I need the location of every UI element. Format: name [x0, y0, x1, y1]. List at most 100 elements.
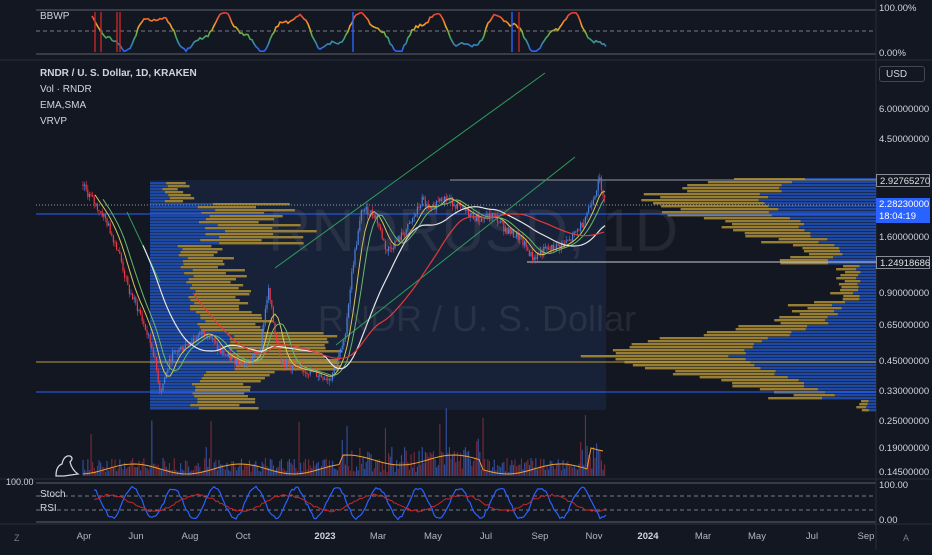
candle-body — [356, 244, 358, 250]
candle-body — [349, 289, 351, 304]
candle-body — [242, 361, 244, 366]
volume-bar — [207, 466, 209, 476]
corner-left-icon[interactable]: Z — [14, 533, 20, 543]
candle-body — [359, 220, 361, 231]
vp-left-down-bar — [235, 365, 342, 368]
volume-bar — [162, 458, 164, 476]
vp-right-down-bar — [861, 400, 869, 403]
candle-body — [322, 377, 324, 380]
vp-right-up-bar — [781, 190, 876, 193]
vp-left-up-bar — [150, 263, 184, 266]
candle-body — [306, 372, 308, 375]
vp-left-up-bar — [150, 242, 220, 245]
candle-body — [240, 361, 242, 367]
candle-body — [255, 353, 257, 355]
bbwp-line — [91, 11, 607, 53]
volume-bar — [596, 443, 598, 476]
candle-body — [304, 372, 306, 374]
volume-bar — [581, 449, 583, 476]
vp-left-up-bar — [150, 314, 201, 317]
candle-body — [236, 359, 238, 365]
vp-left-down-bar — [189, 287, 239, 290]
volume-bar — [488, 460, 490, 476]
osc-scale-bottom: 0.00 — [879, 515, 898, 526]
vp-right-down-bar — [631, 343, 754, 346]
vp-right-down-bar — [703, 217, 790, 220]
vp-left-down-bar — [191, 383, 244, 386]
volume-bar — [604, 464, 606, 476]
candle-body — [213, 338, 215, 341]
volume-bar — [498, 465, 500, 476]
vp-right-up-bar — [768, 196, 876, 199]
candle-body — [375, 215, 377, 218]
price-axis-label: 0.25000000 — [879, 416, 930, 427]
volume-bar — [368, 452, 370, 476]
bbwp-scale-top: 100.00% — [879, 3, 917, 14]
volume-bar — [332, 460, 334, 476]
vp-left-up-bar — [150, 185, 168, 188]
volume-bar — [578, 463, 580, 476]
candle-body — [533, 257, 535, 261]
candle-body — [466, 209, 468, 212]
volume-bar — [269, 458, 271, 476]
volume-bar — [464, 447, 466, 476]
vp-left-up-bar — [150, 320, 206, 323]
candle-body — [290, 365, 292, 371]
legend-ema-sma[interactable]: EMA,SMA — [40, 98, 197, 114]
volume-bar — [410, 454, 412, 476]
vp-right-down-bar — [682, 187, 780, 190]
candle-body — [504, 228, 506, 232]
candle-body — [287, 360, 289, 364]
vp-right-up-bar — [818, 241, 876, 244]
candle-body — [415, 213, 417, 217]
vp-left-down-bar — [217, 224, 301, 227]
price-axis-label: 4.50000000 — [879, 134, 930, 145]
candle-body — [253, 353, 255, 358]
volume-bar — [229, 471, 231, 476]
volume-bar — [573, 465, 575, 476]
candle-body — [293, 365, 295, 367]
vp-left-down-bar — [200, 239, 262, 242]
chart-root[interactable]: RNDRUSD, 1D RNDR / U. S. Dollar BBWP 100… — [0, 0, 932, 550]
rsi-label: RSI — [40, 503, 57, 514]
candle-body — [180, 346, 182, 349]
candle-body — [151, 343, 153, 349]
vp-right-down-bar — [641, 199, 759, 202]
candle-body — [184, 344, 186, 349]
legend-title[interactable]: RNDR / U. S. Dollar, 1D, KRAKEN — [40, 66, 197, 82]
candle-body — [474, 219, 476, 221]
volume-bar — [530, 458, 532, 476]
vp-left-down-bar — [195, 311, 252, 314]
legend-vrvp[interactable]: VRVP — [40, 114, 197, 130]
volume-bar — [101, 466, 103, 476]
volume-bar — [452, 454, 454, 476]
vp-right-down-bar — [659, 337, 768, 340]
currency-button[interactable]: USD — [879, 66, 925, 82]
volume-bar — [263, 464, 265, 476]
vp-right-down-bar — [732, 382, 805, 385]
volume-bar — [584, 415, 586, 476]
vp-right-down-bar — [675, 370, 776, 373]
vp-left-down-bar — [228, 332, 324, 335]
candle-body — [170, 359, 172, 363]
volume-bar — [242, 469, 244, 476]
vp-right-up-bar — [841, 307, 876, 310]
candle-body — [365, 206, 367, 210]
legend-volume[interactable]: Vol · RNDR — [40, 82, 197, 98]
volume-bar — [104, 471, 106, 476]
vp-right-down-bar — [615, 358, 746, 361]
candle-body — [482, 218, 484, 220]
vp-right-down-bar — [790, 256, 834, 259]
volume-bar — [216, 470, 218, 476]
candle-body — [528, 250, 530, 257]
candle-body — [343, 339, 345, 346]
candle-body — [93, 196, 95, 204]
vp-right-up-bar — [745, 352, 876, 355]
candle-body — [391, 247, 393, 250]
candle-body — [208, 336, 210, 338]
vp-left-down-bar — [192, 269, 245, 272]
corner-right-icon[interactable]: A — [903, 533, 909, 543]
candle-body — [578, 229, 580, 231]
candle-body — [546, 247, 548, 249]
candle-body — [338, 352, 340, 361]
